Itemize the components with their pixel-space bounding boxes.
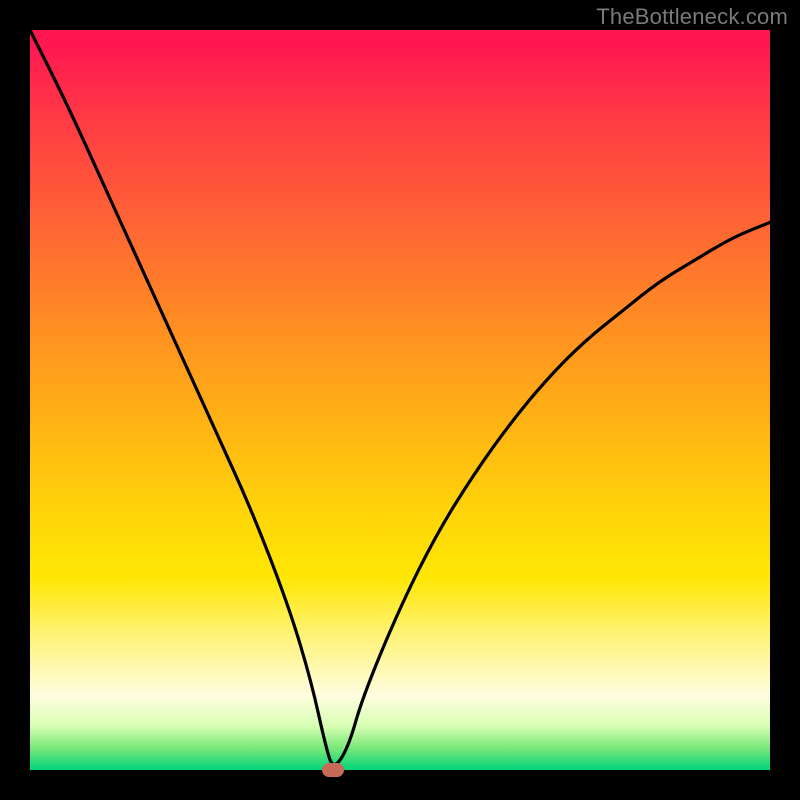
- bottleneck-curve: [30, 30, 770, 764]
- curve-svg: [30, 30, 770, 770]
- watermark-text: TheBottleneck.com: [596, 4, 788, 30]
- plot-area: [30, 30, 770, 770]
- chart-frame: TheBottleneck.com: [0, 0, 800, 800]
- optimal-marker: [322, 763, 344, 777]
